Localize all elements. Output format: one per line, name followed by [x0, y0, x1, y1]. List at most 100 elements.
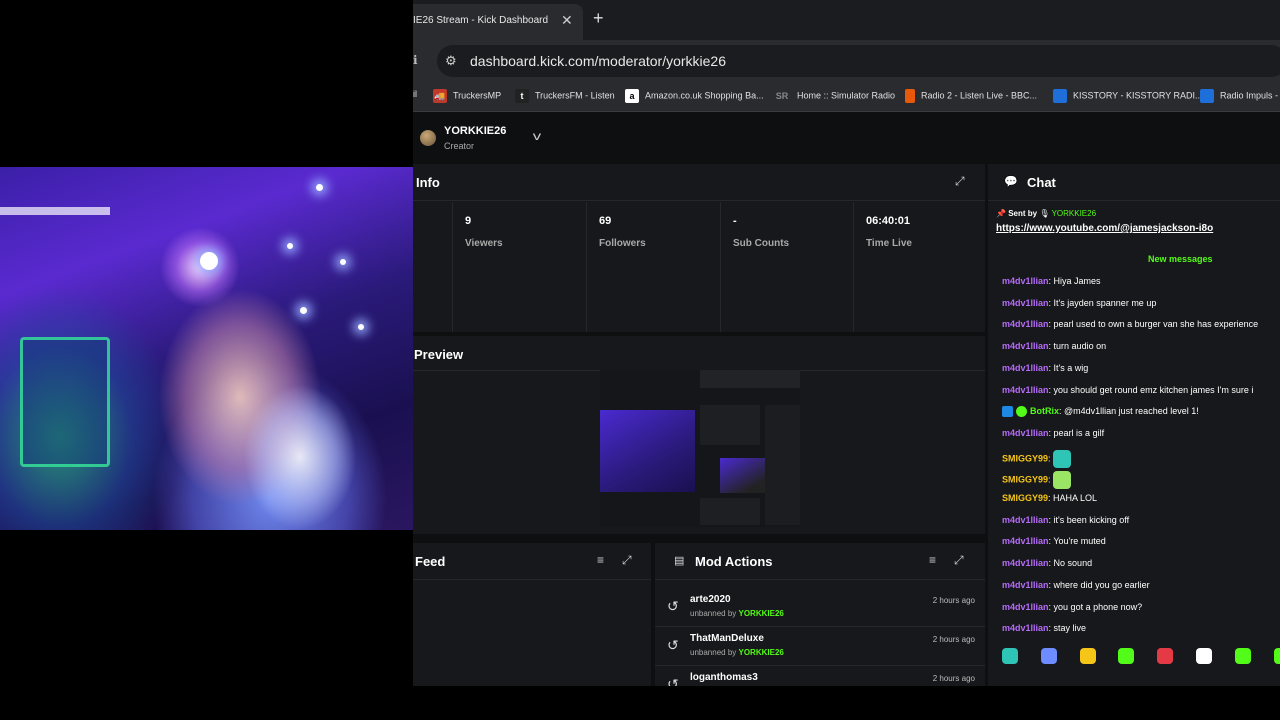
close-icon[interactable]: ✕	[561, 12, 573, 29]
chat-message[interactable]: BotRix: @m4dv1llian just reached level 1…	[1002, 406, 1199, 424]
chat-username[interactable]: m4dv1llian	[1002, 428, 1049, 438]
chat-username[interactable]: m4dv1llian	[1002, 558, 1049, 568]
url-text: dashboard.kick.com/moderator/yorkkie26	[470, 53, 727, 69]
stat-value: 06:40:01	[866, 215, 911, 227]
chat-username[interactable]: m4dv1llian	[1002, 385, 1049, 395]
tab-kick-dashboard[interactable]: IE26 Stream - Kick Dashboard ✕	[413, 4, 583, 40]
emote-picker-icon[interactable]	[1040, 648, 1057, 664]
mod-target: arte2020	[690, 594, 731, 605]
new-tab-icon[interactable]: +	[593, 8, 604, 29]
bookmark-kisstory[interactable]: KISSTORY - KISSTORY RADI...	[1053, 89, 1203, 103]
bookmark-partial[interactable]: il	[413, 89, 417, 99]
emote-picker-icon[interactable]	[1234, 648, 1251, 664]
preview-nested	[720, 458, 765, 493]
bbc-icon	[905, 89, 915, 103]
chat-username[interactable]: BotRix	[1030, 406, 1059, 416]
chat-message[interactable]: m4dv1llian: turn audio on	[1002, 341, 1106, 359]
mod-actions-panel: ▤ Mod Actions ≡ ⤢ ↺ arte2020 unbanned by…	[655, 543, 985, 686]
bookmark-amazon[interactable]: a Amazon.co.uk Shopping Ba...	[625, 89, 764, 103]
chat-message[interactable]: m4dv1llian: you should get round emz kit…	[1002, 385, 1253, 403]
popout-icon[interactable]: ⤢	[622, 553, 632, 568]
chat-message[interactable]: m4dv1llian: you got a phone now?	[1002, 602, 1142, 620]
bookmark-simulator-radio[interactable]: SR Home :: Simulator Radio	[773, 89, 895, 103]
popout-icon[interactable]: ⤢	[955, 174, 965, 189]
new-messages-indicator[interactable]: New messages	[1148, 254, 1213, 264]
filter-icon[interactable]: ≡	[597, 553, 604, 567]
chat-username[interactable]: m4dv1llian	[1002, 580, 1049, 590]
emote-picker-icon[interactable]	[1118, 648, 1135, 664]
chat-username[interactable]: m4dv1llian	[1002, 515, 1049, 525]
preview-chat	[765, 405, 800, 525]
chat-message[interactable]: m4dv1llian: stay live	[1002, 623, 1086, 641]
bookmark-truckersfm[interactable]: t TruckersFM - Listen	[515, 89, 615, 103]
chat-username[interactable]: m4dv1llian	[1002, 602, 1049, 612]
popout-icon[interactable]: ⤢	[954, 553, 964, 568]
bookmark-truckersmp[interactable]: 🚚 TruckersMP	[433, 89, 501, 103]
chat-message[interactable]: m4dv1llian: pearl used to own a burger v…	[1002, 319, 1258, 337]
radio-icon	[1053, 89, 1067, 103]
chat-message[interactable]: SMIGGY99: HAHA LOL	[1002, 493, 1097, 511]
chat-message[interactable]: m4dv1llian: It's jayden spanner me up	[1002, 298, 1156, 316]
truckersfm-icon: t	[515, 89, 529, 103]
chat-message[interactable]: m4dv1llian: pearl is a gilf	[1002, 428, 1104, 446]
chat-text: you should get round emz kitchen james I…	[1053, 384, 1254, 395]
chat-username[interactable]: m4dv1llian	[1002, 536, 1049, 546]
chat-username[interactable]: m4dv1llian	[1002, 319, 1049, 329]
bookmark-radio2[interactable]: Radio 2 - Listen Live - BBC...	[905, 89, 1037, 103]
chat-text: HAHA LOL	[1053, 493, 1098, 503]
chat-header: 💬 Chat	[988, 164, 1280, 201]
mod-action-row[interactable]: ↺ arte2020 unbanned by YORKKIE26 2 hours…	[655, 588, 985, 627]
emote-picker-icon[interactable]	[1002, 648, 1018, 664]
chat-text: It's a wig	[1053, 362, 1089, 373]
mod-actions-title: Mod Actions	[695, 554, 773, 569]
chat-username[interactable]: SMIGGY99	[1002, 493, 1048, 503]
chat-username[interactable]: SMIGGY99	[1002, 453, 1048, 463]
emote-icon	[1053, 471, 1072, 490]
chat-message[interactable]: SMIGGY99:	[1002, 471, 1072, 490]
emote-picker-icon[interactable]	[1079, 648, 1096, 664]
stream-preview-image[interactable]	[600, 370, 800, 527]
chat-username[interactable]: m4dv1llian	[1002, 363, 1049, 373]
mod-time: 2 hours ago	[932, 596, 975, 605]
filter-icon[interactable]: ≡	[929, 553, 936, 567]
dashboard-page: YORKKIE26 Creator v Info ⤢ 9 Viewers 69 …	[413, 113, 1280, 686]
info-title: Info	[416, 175, 440, 190]
chat-message[interactable]: m4dv1llian: You're muted	[1002, 536, 1106, 554]
chat-message[interactable]: SMIGGY99:	[1002, 449, 1072, 468]
user-switcher[interactable]: YORKKIE26 Creator v	[413, 113, 1280, 161]
stat-label: Sub Counts	[733, 238, 790, 249]
chat-message[interactable]: m4dv1llian: where did you go earlier	[1002, 580, 1150, 598]
chat-username[interactable]: m4dv1llian	[1002, 298, 1049, 308]
site-settings-icon[interactable]: ⚙	[445, 53, 457, 69]
chat-message[interactable]: m4dv1llian: It's a wig	[1002, 363, 1088, 381]
chat-text: Hiya James	[1053, 276, 1101, 286]
address-bar[interactable]: ⚙ dashboard.kick.com/moderator/yorkkie26	[437, 45, 1280, 77]
chat-message[interactable]: m4dv1llian: No sound	[1002, 558, 1092, 576]
pinned-link[interactable]: https://www.youtube.com/@jamesjackson-i8…	[996, 223, 1280, 234]
bookmark-radio-impuls[interactable]: Radio Impuls - L	[1200, 89, 1280, 103]
stat-label: Viewers	[465, 238, 503, 249]
chevron-down-icon[interactable]: v	[533, 129, 541, 143]
monitor-glow	[20, 337, 110, 467]
emote-picker-icon[interactable]	[1273, 648, 1280, 664]
chat-username[interactable]: SMIGGY99	[1002, 475, 1048, 485]
mod-target: ThatManDeluxe	[690, 633, 764, 644]
emote-picker-icon[interactable]	[1157, 648, 1174, 664]
chat-message[interactable]: m4dv1llian: Hiya James	[1002, 276, 1101, 294]
light-dot	[340, 259, 346, 265]
chat-text: No sound	[1053, 558, 1093, 569]
stat-label: Time Live	[866, 238, 912, 249]
chat-username[interactable]: m4dv1llian	[1002, 341, 1049, 351]
reload-icon[interactable]: ℹ	[413, 53, 418, 67]
mod-action-row[interactable]: ↺ loganthomas3 2 hours ago	[655, 666, 985, 686]
emote-picker-icon[interactable]	[1196, 648, 1212, 664]
amazon-icon: a	[625, 89, 639, 103]
mod-action-row[interactable]: ↺ ThatManDeluxe unbanned by YORKKIE26 2 …	[655, 627, 985, 666]
channel-role: Creator	[444, 141, 475, 151]
chat-message[interactable]: m4dv1llian: it's been kicking off	[1002, 515, 1129, 533]
pinned-message[interactable]: 📌 Sent by 🎙 YORKKIE26 https://www.youtub…	[996, 209, 1280, 247]
light-dot	[300, 307, 307, 314]
chat-username[interactable]: m4dv1llian	[1002, 623, 1049, 633]
tab-title: IE26 Stream - Kick Dashboard	[413, 15, 549, 26]
chat-username[interactable]: m4dv1llian	[1002, 276, 1049, 286]
